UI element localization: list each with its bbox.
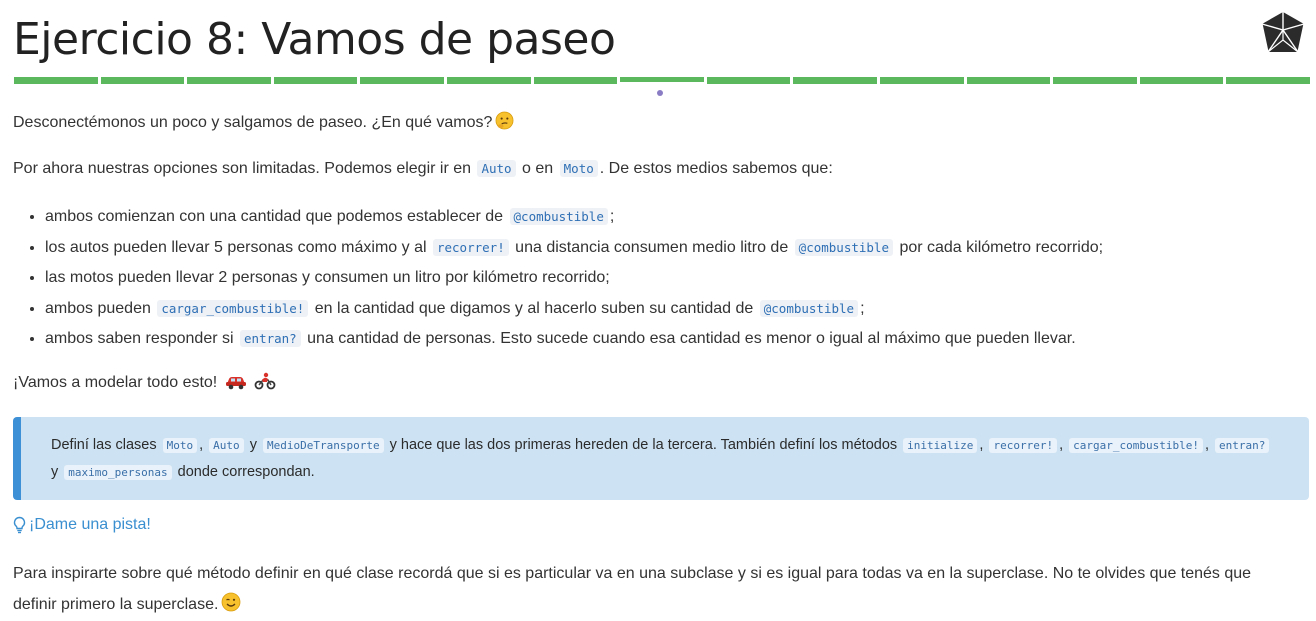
motorcycle-icon [254, 372, 276, 390]
current-exercise-indicator [657, 90, 663, 96]
code-auto: Auto [477, 160, 516, 177]
progress-segment[interactable] [100, 77, 185, 84]
thinking-face-icon [495, 111, 514, 130]
list-item: los autos pueden llevar 5 personas como … [45, 233, 1103, 264]
list-item: ambos saben responder si entran? una can… [45, 324, 1103, 355]
progress-segment[interactable] [533, 77, 618, 84]
progress-segment[interactable] [620, 77, 704, 82]
winking-face-icon [222, 592, 241, 612]
progress-segment[interactable] [1139, 77, 1224, 84]
intro-paragraph: Desconectémonos un poco y salgamos de pa… [13, 110, 514, 136]
progress-segment[interactable] [879, 77, 964, 84]
progress-segment[interactable] [446, 77, 531, 84]
exercise-progress-bar [14, 77, 1310, 84]
requirements-list: ambos comienzan con una cantidad que pod… [13, 202, 1103, 355]
progress-segment[interactable] [187, 77, 271, 84]
hint-toggle[interactable]: ¡Dame una pista! [13, 514, 151, 536]
car-icon [225, 377, 246, 390]
page-title: Ejercicio 8: Vamos de paseo [13, 14, 616, 65]
progress-segment[interactable] [1053, 77, 1137, 84]
list-item: las motos pueden llevar 2 personas y con… [45, 263, 1103, 294]
progress-segment[interactable] [273, 77, 358, 84]
progress-segment[interactable] [793, 77, 877, 84]
closing-paragraph: ¡Vamos a modelar todo esto! [13, 370, 276, 396]
ruby-gem-icon [1261, 12, 1305, 54]
lightbulb-icon [13, 516, 26, 534]
code-moto: Moto [559, 160, 598, 177]
list-item: ambos pueden cargar_combustible! en la c… [45, 294, 1103, 325]
progress-segment[interactable] [966, 77, 1051, 84]
progress-segment[interactable] [1226, 77, 1310, 84]
list-item: ambos comienzan con una cantidad que pod… [45, 202, 1103, 233]
task-callout: Definí las clases Moto, Auto y MedioDeTr… [13, 417, 1309, 500]
progress-segment[interactable] [360, 77, 444, 84]
options-paragraph: Por ahora nuestras opciones son limitada… [13, 160, 833, 177]
hint-label[interactable]: ¡Dame una pista! [29, 514, 151, 536]
progress-segment[interactable] [14, 77, 98, 84]
hint-paragraph: Para inspirarte sobre qué método definir… [13, 565, 1252, 613]
progress-segment[interactable] [706, 77, 791, 84]
